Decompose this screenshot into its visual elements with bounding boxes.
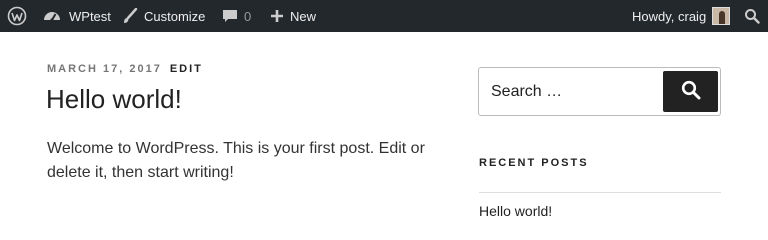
site-name-menu[interactable]: WPtest <box>43 0 111 32</box>
post-title: Hello world! <box>46 84 182 114</box>
avatar <box>712 7 731 25</box>
customize-link[interactable]: Customize <box>122 0 205 32</box>
site-name: WPtest <box>69 8 111 24</box>
admin-bar-search[interactable] <box>744 0 760 32</box>
search-form <box>478 67 721 116</box>
howdy-text: Howdy, craig <box>632 8 707 24</box>
search-input[interactable] <box>480 69 660 114</box>
plus-icon <box>270 9 284 23</box>
recent-posts-title: Recent Posts <box>479 157 589 169</box>
customize-label: Customize <box>144 8 206 24</box>
comments-count: 0 <box>244 8 252 24</box>
widget-divider <box>479 192 721 193</box>
wp-logo-menu[interactable] <box>7 0 27 32</box>
admin-bar: WPtest Customize 0 New Howdy, craig <box>0 0 768 32</box>
new-content-menu[interactable]: New <box>270 0 316 32</box>
dashboard-icon <box>43 8 61 24</box>
new-label: New <box>290 8 317 24</box>
post-meta: March 17, 2017 Edit <box>47 63 203 75</box>
wordpress-logo-icon <box>7 6 27 26</box>
search-icon <box>681 80 701 103</box>
comment-icon <box>222 8 238 24</box>
comments-link[interactable]: 0 <box>222 0 251 32</box>
post-content: Welcome to WordPress. This is your first… <box>47 140 425 181</box>
recent-post-link[interactable]: Hello world! <box>479 203 552 219</box>
my-account-menu[interactable]: Howdy, craig <box>632 0 731 32</box>
edit-post-link[interactable]: Edit <box>170 63 203 75</box>
search-submit-button[interactable] <box>663 71 718 112</box>
brush-icon <box>122 8 138 24</box>
post-date[interactable]: March 17, 2017 <box>47 63 162 75</box>
search-icon <box>744 8 760 24</box>
